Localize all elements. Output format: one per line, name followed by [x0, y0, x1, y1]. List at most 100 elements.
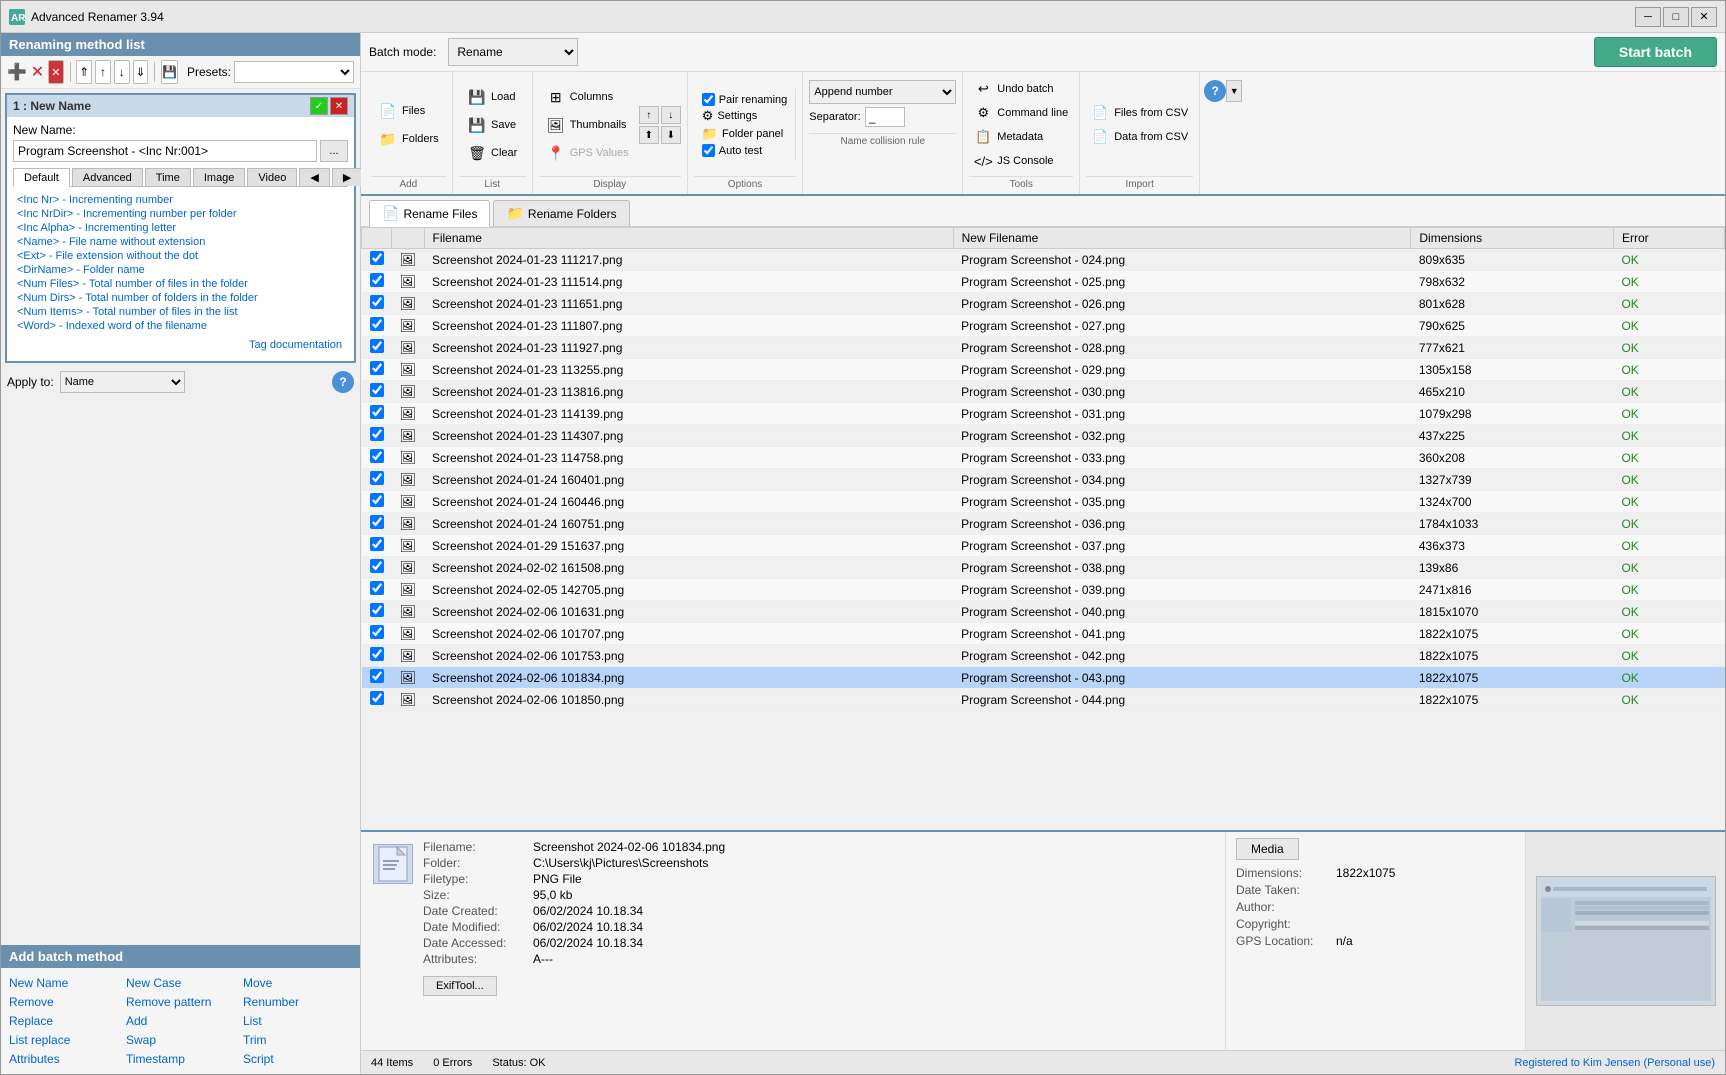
new-name-input[interactable]: [13, 140, 317, 162]
folders-button[interactable]: 📁 Folders: [371, 126, 446, 152]
presets-select[interactable]: [234, 61, 354, 83]
add-method-button[interactable]: ➕: [7, 60, 27, 84]
method-list[interactable]: List: [243, 1012, 352, 1030]
method-new-name[interactable]: New Name: [9, 974, 118, 992]
thumbnails-button[interactable]: 🖼 Thumbnails: [539, 112, 636, 138]
tag-ext[interactable]: <Ext> - File extension without the dot: [17, 249, 344, 263]
row-checkbox[interactable]: [370, 493, 384, 507]
sort-up-button[interactable]: ↑: [639, 106, 659, 124]
method-swap[interactable]: Swap: [126, 1031, 235, 1049]
row-checkbox[interactable]: [370, 339, 384, 353]
table-row[interactable]: 🖼 Screenshot 2024-01-23 114307.png Progr…: [362, 425, 1725, 447]
row-checkbox[interactable]: [370, 537, 384, 551]
dropdown-arrow-button[interactable]: ▼: [1226, 80, 1242, 102]
data-from-csv-button[interactable]: 📄 Data from CSV: [1086, 126, 1193, 148]
move-down-button[interactable]: ↓: [114, 60, 130, 84]
help-button[interactable]: ?: [332, 371, 354, 393]
table-row[interactable]: 🖼 Screenshot 2024-02-06 101631.png Progr…: [362, 601, 1725, 623]
row-checkbox[interactable]: [370, 647, 384, 661]
method-replace[interactable]: Replace: [9, 1012, 118, 1030]
method-ok-button[interactable]: ✓: [310, 97, 328, 115]
name-collision-select[interactable]: Append number: [809, 80, 956, 104]
files-from-csv-button[interactable]: 📄 Files from CSV: [1086, 102, 1193, 124]
row-checkbox[interactable]: [370, 581, 384, 595]
method-new-case[interactable]: New Case: [126, 974, 235, 992]
columns-button[interactable]: ⊞ Columns: [539, 84, 636, 110]
table-row[interactable]: 🖼 Screenshot 2024-02-05 142705.png Progr…: [362, 579, 1725, 601]
row-checkbox[interactable]: [370, 625, 384, 639]
settings-row[interactable]: ⚙ Settings: [702, 108, 787, 124]
row-checkbox[interactable]: [370, 383, 384, 397]
table-row[interactable]: 🖼 Screenshot 2024-01-29 151637.png Progr…: [362, 535, 1725, 557]
group-up-button[interactable]: ⬆: [639, 126, 659, 144]
table-row[interactable]: 🖼 Screenshot 2024-01-23 111651.png Progr…: [362, 293, 1725, 315]
exiftool-button[interactable]: ExifTool...: [423, 976, 497, 996]
method-move[interactable]: Move: [243, 974, 352, 992]
row-checkbox[interactable]: [370, 405, 384, 419]
method-remove-pattern[interactable]: Remove pattern: [126, 993, 235, 1011]
remove-method-button[interactable]: ✕: [30, 60, 45, 84]
tab-advanced[interactable]: Advanced: [72, 168, 143, 186]
table-row[interactable]: 🖼 Screenshot 2024-01-24 160401.png Progr…: [362, 469, 1725, 491]
metadata-button[interactable]: 📋 Metadata: [969, 126, 1073, 148]
tab-nav-right[interactable]: ▶: [332, 168, 362, 186]
table-row[interactable]: 🖼 Screenshot 2024-01-23 113816.png Progr…: [362, 381, 1725, 403]
method-add[interactable]: Add: [126, 1012, 235, 1030]
method-renumber[interactable]: Renumber: [243, 993, 352, 1011]
pair-renaming-check[interactable]: [702, 93, 715, 106]
table-row[interactable]: 🖼 Screenshot 2024-02-06 101834.png Progr…: [362, 667, 1725, 689]
row-checkbox[interactable]: [370, 669, 384, 683]
tag-dirname[interactable]: <DirName> - Folder name: [17, 263, 344, 277]
tag-name[interactable]: <Name> - File name without extension: [17, 235, 344, 249]
table-row[interactable]: 🖼 Screenshot 2024-02-06 101850.png Progr…: [362, 689, 1725, 711]
batch-mode-select[interactable]: Rename Copy Move: [448, 38, 578, 66]
tab-default[interactable]: Default: [13, 168, 70, 187]
table-row[interactable]: 🖼 Screenshot 2024-02-06 101753.png Progr…: [362, 645, 1725, 667]
row-checkbox[interactable]: [370, 471, 384, 485]
js-console-button[interactable]: </> JS Console: [969, 150, 1073, 172]
undo-batch-button[interactable]: ↩ Undo batch: [969, 78, 1073, 100]
ribbon-help-button[interactable]: ?: [1204, 80, 1226, 102]
save-preset-button[interactable]: 💾: [161, 60, 178, 84]
table-row[interactable]: 🖼 Screenshot 2024-01-23 114758.png Progr…: [362, 447, 1725, 469]
separator-input[interactable]: [865, 107, 905, 127]
table-row[interactable]: 🖼 Screenshot 2024-01-23 111514.png Progr…: [362, 271, 1725, 293]
tab-time[interactable]: Time: [145, 168, 191, 186]
row-checkbox[interactable]: [370, 515, 384, 529]
new-name-more-button[interactable]: ...: [320, 140, 348, 162]
save-button[interactable]: 💾 Save: [460, 112, 524, 138]
tab-nav-left[interactable]: ◀: [299, 168, 329, 186]
col-filename[interactable]: Filename: [424, 228, 953, 249]
clear-button[interactable]: 🗑 Clear: [460, 140, 524, 166]
row-checkbox[interactable]: [370, 317, 384, 331]
command-line-button[interactable]: ⚙ Command line: [969, 102, 1073, 124]
row-checkbox[interactable]: [370, 251, 384, 265]
tag-inc-nrdir[interactable]: <Inc NrDir> - Incrementing number per fo…: [17, 207, 344, 221]
auto-test-row[interactable]: Auto test: [702, 144, 787, 157]
row-checkbox[interactable]: [370, 691, 384, 705]
tab-rename-folders[interactable]: 📁 Rename Folders: [493, 200, 629, 226]
row-checkbox[interactable]: [370, 559, 384, 573]
load-button[interactable]: 💾 Load: [460, 84, 524, 110]
col-error[interactable]: Error: [1613, 228, 1724, 249]
table-row[interactable]: 🖼 Screenshot 2024-01-24 160446.png Progr…: [362, 491, 1725, 513]
minimize-button[interactable]: ─: [1635, 7, 1661, 27]
folder-panel-row[interactable]: 📁 Folder panel: [702, 126, 787, 142]
table-row[interactable]: 🖼 Screenshot 2024-02-06 101707.png Progr…: [362, 623, 1725, 645]
method-remove[interactable]: Remove: [9, 993, 118, 1011]
tab-rename-files[interactable]: 📄 Rename Files: [369, 200, 490, 227]
close-button[interactable]: ✕: [1691, 7, 1717, 27]
registered-link[interactable]: Registered to Kim Jensen (Personal use): [1514, 1057, 1715, 1069]
sort-down-button[interactable]: ↓: [661, 106, 681, 124]
tab-video[interactable]: Video: [247, 168, 297, 186]
media-tab-button[interactable]: Media: [1236, 838, 1299, 860]
move-top-button[interactable]: ⇑: [76, 60, 92, 84]
method-close-button[interactable]: ✕: [330, 97, 348, 115]
method-attributes[interactable]: Attributes: [9, 1050, 118, 1068]
method-trim[interactable]: Trim: [243, 1031, 352, 1049]
pair-renaming-row[interactable]: Pair renaming: [702, 93, 787, 106]
row-checkbox[interactable]: [370, 449, 384, 463]
start-batch-button[interactable]: Start batch: [1594, 37, 1717, 67]
col-new-filename[interactable]: New Filename: [953, 228, 1411, 249]
col-dimensions[interactable]: Dimensions: [1411, 228, 1614, 249]
